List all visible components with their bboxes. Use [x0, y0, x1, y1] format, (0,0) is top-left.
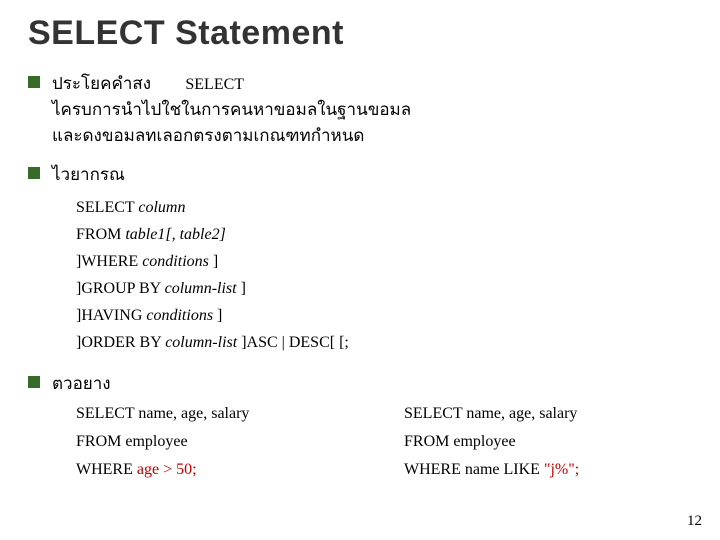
page-title: SELECT Statement — [28, 14, 692, 53]
syntax-line5: ]HAVING conditions ] — [76, 302, 692, 329]
ex-left-condition: age > 50; — [137, 461, 197, 478]
syntax-line3: ]WHERE conditions ] — [76, 248, 692, 275]
bracket: ] — [237, 280, 246, 297]
ex-right-l2: FROM employee — [404, 430, 692, 454]
ex-right-l1: SELECT name, age, salary — [404, 402, 692, 426]
intro-keyword: SELECT — [155, 76, 274, 93]
square-bullet-icon — [28, 76, 40, 88]
arg-conditions: conditions — [142, 253, 209, 270]
arg-column-list: column-list — [165, 280, 237, 297]
example-label: ตวอยาง — [52, 371, 692, 397]
bullet-intro: ประโยคคำสง SELECT ไครบการนำไปใชในการคนหา… — [28, 71, 692, 148]
arg-column: column — [138, 199, 185, 216]
arg-tables: table1[, table2] — [125, 226, 225, 243]
syntax-block: SELECT column FROM table1[, table2] ]WHE… — [76, 194, 692, 357]
kw-orderby: ]ORDER BY — [76, 334, 165, 351]
ex-left-l3: WHERE age > 50; — [76, 458, 364, 482]
example-right: SELECT name, age, salary FROM employee W… — [404, 398, 692, 486]
examples-grid: SELECT name, age, salary FROM employee W… — [76, 398, 692, 486]
bracket: ] — [213, 307, 222, 324]
syntax-label: ไวยากรณ — [52, 162, 692, 188]
kw-from: FROM — [76, 226, 125, 243]
kw-where: ]WHERE — [76, 253, 142, 270]
kw-having: ]HAVING — [76, 307, 146, 324]
bullet-examples: ตวอยาง SELECT name, age, salary FROM emp… — [28, 371, 692, 487]
square-bullet-icon — [28, 167, 40, 179]
example-left: SELECT name, age, salary FROM employee W… — [76, 398, 364, 486]
bullet-intro-text: ประโยคคำสง SELECT ไครบการนำไปใชในการคนหา… — [52, 71, 411, 148]
ex-right-condition: "j%"; — [544, 461, 579, 478]
intro-line3: และดงขอมลทเลอกตรงตามเกณฑทกำหนด — [52, 126, 364, 145]
syntax-line2: FROM table1[, table2] — [76, 221, 692, 248]
arg-ascdesc: ]ASC | DESC[ [; — [237, 334, 349, 351]
ex-left-l1: SELECT name, age, salary — [76, 402, 364, 426]
syntax-line1: SELECT column — [76, 194, 692, 221]
page-number: 12 — [687, 513, 702, 530]
ex-right-l3: WHERE name LIKE "j%"; — [404, 458, 692, 482]
arg-conditions: conditions — [146, 307, 213, 324]
ex-left-where: WHERE — [76, 461, 137, 478]
intro-line1-pre: ประโยคคำสง — [52, 74, 151, 93]
arg-column-list: column-list — [165, 334, 237, 351]
bullet-syntax: ไวยากรณ SELECT column FROM table1[, tabl… — [28, 162, 692, 357]
ex-right-where: WHERE name LIKE — [404, 461, 544, 478]
intro-line2: ไครบการนำไปใชในการคนหาขอมลในฐานขอมล — [52, 100, 411, 119]
bracket: ] — [209, 253, 218, 270]
syntax-line6: ]ORDER BY column-list ]ASC | DESC[ [; — [76, 329, 692, 356]
kw-groupby: ]GROUP BY — [76, 280, 165, 297]
ex-left-l2: FROM employee — [76, 430, 364, 454]
syntax-line4: ]GROUP BY column-list ] — [76, 275, 692, 302]
square-bullet-icon — [28, 376, 40, 388]
kw-select: SELECT — [76, 199, 138, 216]
